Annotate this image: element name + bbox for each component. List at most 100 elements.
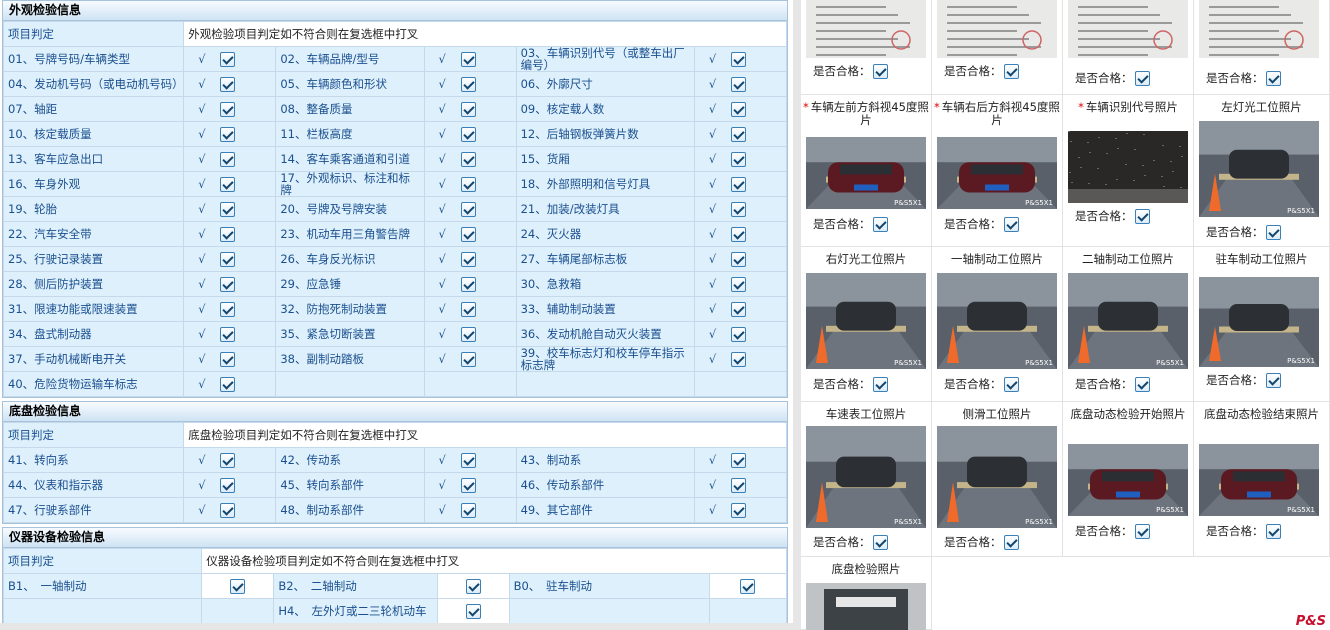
qualified-checkbox[interactable]	[1003, 217, 1019, 232]
horizontal-scrollbar[interactable]	[0, 623, 793, 630]
check-mark: √	[438, 452, 446, 467]
inspection-photo[interactable]: P&S5X1	[1068, 273, 1188, 369]
item-checkbox[interactable]	[460, 251, 476, 267]
inspection-photo[interactable]: P&S5X1	[937, 273, 1057, 369]
item-checkbox[interactable]	[460, 326, 476, 342]
inspection-photo[interactable]	[1068, 131, 1188, 203]
inspection-photo[interactable]: P&S5X1	[1199, 121, 1319, 217]
item-checkbox[interactable]	[730, 276, 746, 292]
item-checkbox[interactable]	[220, 376, 236, 392]
chassis-section-title: 底盘检验信息	[3, 402, 787, 422]
item-checkbox[interactable]	[460, 126, 476, 142]
qualified-checkbox[interactable]	[872, 64, 888, 79]
qualified-row: 是否合格：	[813, 63, 888, 80]
qualified-checkbox[interactable]	[1003, 64, 1019, 79]
item-checkbox[interactable]	[460, 301, 476, 317]
item-checkbox[interactable]	[460, 452, 476, 468]
inspection-photo[interactable]: P&S5X1	[937, 426, 1057, 528]
check-mark: √	[198, 376, 206, 391]
item-checkbox[interactable]	[220, 301, 236, 317]
inspection-photo[interactable]	[806, 583, 926, 630]
item-checkbox[interactable]	[220, 251, 236, 267]
inspection-photo[interactable]	[937, 0, 1057, 58]
qualified-checkbox[interactable]	[1265, 524, 1281, 539]
item-checkbox[interactable]	[220, 326, 236, 342]
inspection-photo[interactable]	[806, 0, 926, 58]
item-checkbox[interactable]	[460, 201, 476, 217]
qualified-checkbox[interactable]	[872, 535, 888, 550]
item-checkbox[interactable]	[460, 176, 476, 192]
item-checkbox[interactable]	[460, 101, 476, 117]
qualified-checkbox[interactable]	[1003, 535, 1019, 550]
item-label: 23、机动车用三角警告牌	[275, 221, 425, 247]
item-checkbox[interactable]	[220, 477, 236, 493]
qualified-checkbox[interactable]	[1134, 524, 1150, 539]
item-checkbox[interactable]	[730, 176, 746, 192]
item-checkbox[interactable]	[220, 101, 236, 117]
item-checkbox[interactable]	[220, 126, 236, 142]
inspection-photo[interactable]: P&S5X1	[937, 137, 1057, 209]
item-checkbox[interactable]	[730, 226, 746, 242]
item-checkbox[interactable]	[730, 126, 746, 142]
item-checkbox[interactable]	[730, 301, 746, 317]
item-checkbox[interactable]	[220, 276, 236, 292]
item-checkbox[interactable]	[220, 176, 236, 192]
item-checkbox[interactable]	[730, 477, 746, 493]
qualified-checkbox[interactable]	[1134, 209, 1150, 224]
item-checkbox[interactable]	[220, 452, 236, 468]
item-checkbox[interactable]	[220, 226, 236, 242]
item-checkbox[interactable]	[460, 477, 476, 493]
item-checkbox[interactable]	[230, 578, 246, 594]
qualified-checkbox[interactable]	[872, 377, 888, 392]
item-checkbox[interactable]	[740, 578, 756, 594]
inspection-photo[interactable]	[1199, 0, 1319, 58]
item-checkbox[interactable]	[220, 351, 236, 367]
photo-title: 底盘动态检验结束照片	[1196, 408, 1327, 421]
item-checkbox[interactable]	[465, 578, 481, 594]
item-checkbox[interactable]	[220, 201, 236, 217]
item-checkbox[interactable]	[460, 51, 476, 67]
item-checkbox[interactable]	[730, 351, 746, 367]
item-checkbox[interactable]	[460, 276, 476, 292]
qualified-checkbox[interactable]	[872, 217, 888, 232]
item-checkbox[interactable]	[730, 101, 746, 117]
inspection-photo[interactable]: P&S5X1	[806, 426, 926, 528]
qualified-checkbox[interactable]	[1265, 373, 1281, 388]
inspection-photo[interactable]: P&S5X1	[1199, 444, 1319, 516]
item-checkbox[interactable]	[730, 151, 746, 167]
item-checkbox[interactable]	[460, 76, 476, 92]
qualified-checkbox[interactable]	[1265, 225, 1281, 240]
item-checkbox[interactable]	[220, 502, 236, 518]
item-checkbox[interactable]	[220, 51, 236, 67]
check-mark: √	[438, 326, 446, 341]
qualified-checkbox[interactable]	[1003, 377, 1019, 392]
item-checkbox[interactable]	[460, 151, 476, 167]
table-row: B1、 一轴制动 B2、 二轴制动 B0、 驻车制动	[2, 573, 788, 599]
item-checkbox[interactable]	[730, 251, 746, 267]
item-checkbox[interactable]	[220, 76, 236, 92]
item-checkbox[interactable]	[460, 502, 476, 518]
qualified-checkbox[interactable]	[1134, 71, 1150, 86]
item-checkbox[interactable]	[465, 603, 481, 619]
item-checkbox[interactable]	[730, 326, 746, 342]
item-checkbox[interactable]	[220, 151, 236, 167]
qualified-checkbox[interactable]	[1134, 377, 1150, 392]
inspection-photo[interactable]: P&S5X1	[1199, 277, 1319, 367]
item-checkbox[interactable]	[730, 76, 746, 92]
qualified-row: 是否合格：	[813, 376, 888, 393]
inspection-photo[interactable]: P&S5X1	[806, 273, 926, 369]
inspection-photo[interactable]: P&S5X1	[806, 137, 926, 209]
item-checkbox[interactable]	[730, 201, 746, 217]
item-checkbox[interactable]	[730, 502, 746, 518]
item-checkbox[interactable]	[460, 351, 476, 367]
inspection-photo[interactable]	[1068, 0, 1188, 58]
inspection-photo[interactable]: P&S5X1	[1068, 444, 1188, 516]
item-checkbox[interactable]	[730, 452, 746, 468]
vertical-scrollbar[interactable]	[793, 0, 801, 630]
item-checkbox[interactable]	[460, 226, 476, 242]
photo-watermark: P&S5X1	[1025, 359, 1053, 367]
item-checkbox[interactable]	[730, 51, 746, 67]
qualified-checkbox[interactable]	[1265, 71, 1281, 86]
photo-watermark: P&S5X1	[894, 359, 922, 367]
item-label: 22、汽车安全带	[2, 221, 185, 247]
